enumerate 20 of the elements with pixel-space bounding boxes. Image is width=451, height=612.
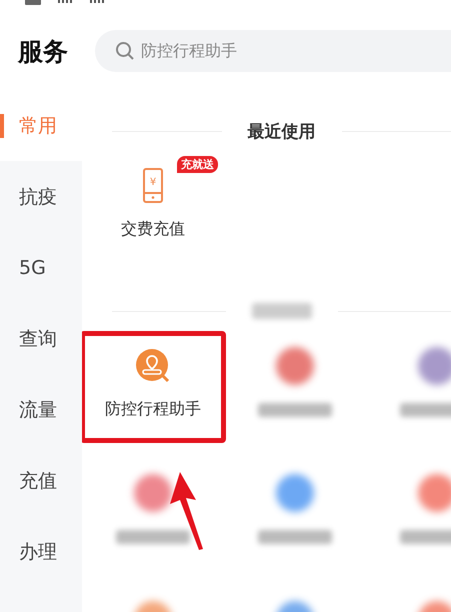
location-pin-icon (134, 347, 172, 385)
blurred-icon[interactable] (276, 347, 314, 385)
sidebar-item[interactable]: 办理 (0, 516, 82, 587)
sidebar-item[interactable]: 5G (0, 232, 82, 303)
page-title: 服务 (16, 36, 69, 68)
search-icon (115, 41, 135, 61)
blurred-icon[interactable] (134, 474, 172, 512)
sidebar-item[interactable]: 充值 (0, 445, 82, 516)
blurred-icon[interactable] (276, 474, 314, 512)
blurred-icon[interactable] (418, 347, 451, 385)
promo-badge: 充就送 (177, 156, 218, 173)
service-item[interactable]: 充就送 ¥ 交费充值 (82, 151, 224, 278)
blurred-section-title (252, 303, 312, 319)
section-title: 最近使用 (248, 120, 316, 142)
service-item[interactable]: 防控行程助手 (82, 331, 224, 458)
network-icon (24, 0, 42, 7)
sidebar-item[interactable]: 流量 (0, 374, 82, 445)
sidebar-item[interactable]: 查询 (0, 303, 82, 374)
sidebar-item[interactable]: 抗疫 (0, 161, 82, 232)
blurred-icon[interactable] (418, 474, 451, 512)
